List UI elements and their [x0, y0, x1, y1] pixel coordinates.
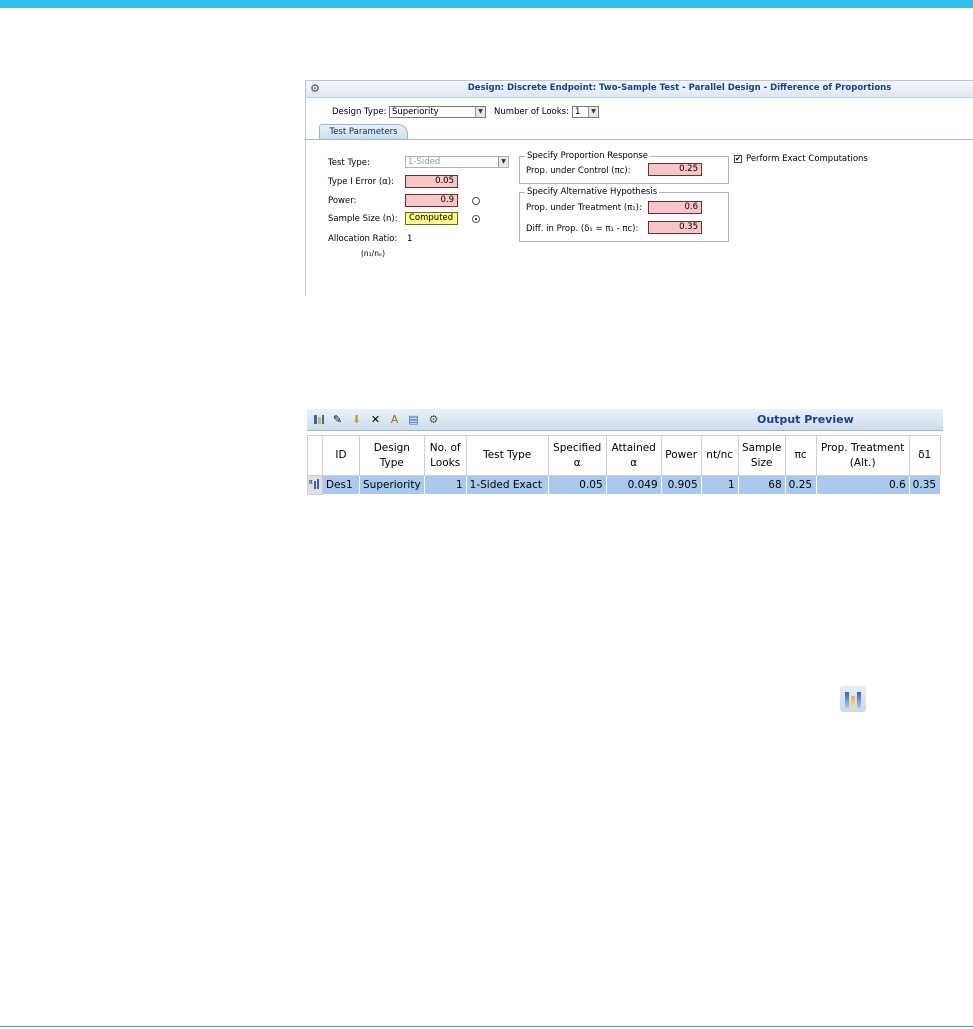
column-header[interactable]: δ1	[908, 435, 941, 476]
column-header[interactable]: πc	[784, 435, 817, 476]
test-type-value: 1-Sided	[408, 157, 441, 167]
cell-design-type: Superiority	[359, 475, 425, 495]
column-header[interactable]: No. of Looks	[423, 435, 467, 476]
allocation-ratio-value: 1	[407, 234, 413, 244]
sample-size-radio[interactable]	[472, 215, 480, 223]
top-accent-bar	[0, 0, 973, 8]
table-header-row: ID Design Type No. of Looks Test Type Sp…	[307, 435, 941, 476]
cell-nt-nc: 1	[700, 475, 739, 495]
allocation-ratio-subscript: (n₁/nₑ)	[361, 249, 386, 258]
dropdown-arrow-icon[interactable]: ▼	[588, 107, 598, 117]
test-type-label: Test Type:	[328, 158, 370, 168]
bar-chart-icon[interactable]	[312, 413, 325, 426]
delete-icon[interactable]: ✕	[369, 413, 382, 426]
allocation-ratio-label: Allocation Ratio:	[328, 234, 398, 244]
bottom-divider	[0, 1026, 973, 1027]
tab-divider	[306, 139, 973, 140]
diff-in-prop-input[interactable]: 0.35	[648, 221, 702, 234]
output-preview-window: ✎ ⬇ ✕ A ▤ ⚙ Output Preview ID Design Typ…	[307, 409, 943, 501]
prop-control-label: Prop. under Control (πc):	[526, 166, 631, 176]
design-type-value: Superiority	[392, 107, 439, 117]
output-table: ID Design Type No. of Looks Test Type Sp…	[307, 435, 941, 495]
cell-prop-treatment: 0.6	[815, 475, 910, 495]
column-header[interactable]: Test Type	[465, 435, 549, 476]
exact-computations-label: Perform Exact Computations	[746, 154, 868, 164]
output-preview-title: Output Preview	[757, 413, 854, 426]
design-title-bar: ⚙ Design: Discrete Endpoint: Two-Sample …	[306, 81, 973, 98]
cell-no-of-looks: 1	[423, 475, 467, 495]
save-icon[interactable]: ⬇	[350, 413, 363, 426]
alternative-hypothesis-legend: Specify Alternative Hypothesis	[525, 187, 660, 197]
cell-pi-c: 0.25	[784, 475, 817, 495]
cell-delta1: 0.35	[908, 475, 941, 495]
rename-icon[interactable]: A	[388, 413, 401, 426]
column-header[interactable]: nt/nc	[700, 435, 739, 476]
column-header[interactable]: Power	[660, 435, 702, 476]
diff-in-prop-label: Diff. in Prop. (δ₁ = π₁ - πc):	[526, 224, 639, 234]
type-i-error-label: Type I Error (α):	[328, 177, 394, 187]
prop-treatment-input[interactable]: 0.6	[648, 201, 702, 214]
row-design-icon[interactable]: π	[307, 475, 323, 495]
cell-specified-alpha: 0.05	[547, 475, 607, 495]
cell-id: Des1	[322, 475, 360, 495]
type-i-error-input[interactable]: 0.05	[405, 175, 458, 188]
dropdown-arrow-icon[interactable]: ▼	[498, 157, 508, 167]
design-window: ⚙ Design: Discrete Endpoint: Two-Sample …	[305, 80, 973, 296]
prop-treatment-label: Prop. under Treatment (π₁):	[526, 203, 642, 213]
design-title: Design: Discrete Endpoint: Two-Sample Te…	[467, 83, 892, 93]
alternative-hypothesis-group: Specify Alternative Hypothesis Prop. und…	[519, 187, 729, 242]
svg-text:π: π	[309, 479, 313, 486]
column-header[interactable]: ID	[322, 435, 360, 476]
cell-attained-alpha: 0.049	[605, 475, 662, 495]
exact-computations-checkbox[interactable]: ✔	[734, 155, 742, 163]
column-header[interactable]: Prop. Treatment (Alt.)	[815, 435, 910, 476]
design-type-select[interactable]: Superiority ▼	[389, 106, 486, 118]
power-label: Power:	[328, 196, 357, 206]
column-header[interactable]: Specified α	[547, 435, 607, 476]
bar-chart-icon[interactable]	[840, 686, 866, 712]
design-type-label: Design Type:	[332, 107, 387, 117]
proportion-response-group: Specify Proportion Response Prop. under …	[519, 151, 729, 184]
column-header[interactable]: Sample Size	[737, 435, 786, 476]
sample-size-label: Sample Size (n):	[328, 214, 398, 224]
number-of-looks-label: Number of Looks:	[494, 107, 569, 117]
dropdown-arrow-icon[interactable]: ▼	[475, 107, 485, 117]
proportion-response-legend: Specify Proportion Response	[525, 151, 651, 161]
number-of-looks-value: 1	[575, 107, 581, 117]
header-selector	[307, 435, 323, 476]
cell-test-type: 1-Sided Exact	[465, 475, 549, 495]
sample-size-input[interactable]: Computed	[405, 212, 458, 225]
column-header[interactable]: Attained α	[605, 435, 662, 476]
prop-control-input[interactable]: 0.25	[648, 163, 702, 176]
edit-icon[interactable]: ✎	[331, 413, 344, 426]
number-of-looks-select[interactable]: 1 ▼	[572, 106, 599, 118]
test-type-select[interactable]: 1-Sided ▼	[405, 156, 509, 168]
cell-power: 0.905	[660, 475, 702, 495]
settings-icon[interactable]: ⚙	[427, 413, 440, 426]
power-input[interactable]: 0.9	[405, 194, 458, 207]
power-radio[interactable]	[472, 197, 480, 205]
table-row[interactable]: π Des1 Superiority 1 1-Sided Exact 0.05 …	[307, 475, 941, 495]
print-icon[interactable]: ▤	[407, 413, 420, 426]
tab-test-parameters[interactable]: Test Parameters	[319, 124, 408, 139]
cell-sample-size: 68	[737, 475, 786, 495]
output-toolbar: ✎ ⬇ ✕ A ▤ ⚙ Output Preview	[307, 409, 943, 431]
column-header[interactable]: Design Type	[359, 435, 425, 476]
